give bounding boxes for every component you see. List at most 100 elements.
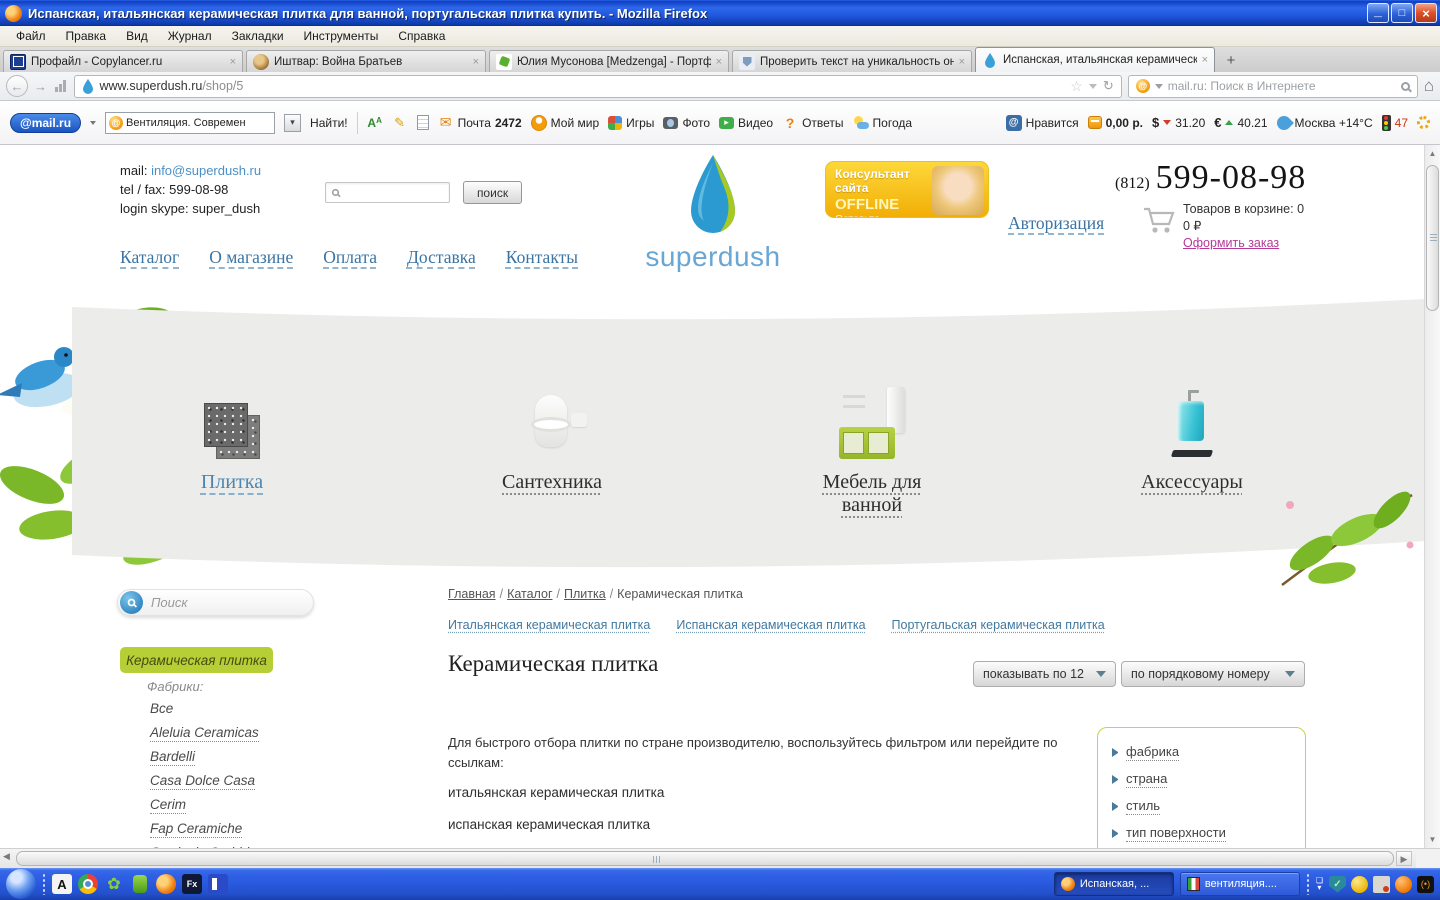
stats-bars-icon[interactable] [55, 80, 66, 92]
engine-dropdown-icon[interactable] [1154, 83, 1163, 89]
tab-superdush-active[interactable]: Испанская, итальянская керамическа... [975, 47, 1215, 72]
tab-close-icon[interactable] [716, 56, 722, 68]
address-bar[interactable]: www.superdush.ru/shop/5 [73, 74, 1122, 98]
sidebar-category-button[interactable]: Керамическая плитка [120, 647, 273, 673]
chrome-icon[interactable] [78, 874, 98, 894]
printer-icon[interactable] [1373, 875, 1390, 893]
usd-rate-item[interactable]: $ 31.20 [1152, 115, 1205, 130]
tab-ishtvar[interactable]: Иштвар: Война Братьев [246, 50, 486, 72]
games-item[interactable]: Игры [608, 115, 654, 130]
tab-close-icon[interactable] [959, 56, 965, 68]
cart-icon[interactable] [1142, 205, 1176, 235]
tab-medzenga[interactable]: Юлия Мусонова [Medzenga] - Портфолио [489, 50, 729, 72]
my-world-item[interactable]: Мой мир [530, 114, 599, 131]
close-button[interactable] [1415, 3, 1437, 23]
spanish-tiles-link[interactable]: Испанская керамическая плитка [676, 618, 865, 632]
toolbar-search-box[interactable] [105, 111, 276, 134]
tab-copylancer[interactable]: Профайл - Copylancer.ru [3, 50, 243, 72]
task-firefox[interactable]: Испанская, ... [1053, 872, 1174, 896]
nav-about[interactable]: О магазине [209, 247, 293, 268]
search-magnifier-icon[interactable] [1400, 81, 1410, 91]
network-signal-icon[interactable]: (•) [1417, 875, 1434, 893]
horizontal-scrollbar-thumb[interactable] [16, 851, 1394, 866]
category-sanitary[interactable]: Сантехника [442, 377, 662, 494]
new-tab-button[interactable] [1218, 50, 1244, 70]
site-search-input[interactable] [325, 182, 450, 203]
category-tiles[interactable]: Плитка [122, 377, 342, 494]
font-size-icon[interactable] [367, 115, 383, 131]
answers-item[interactable]: Ответы [782, 115, 843, 131]
show-by-dropdown[interactable]: показывать по 12 [973, 661, 1116, 687]
consultant-widget[interactable]: Консультант сайта OFFLINE Оставьте сообщ… [825, 161, 989, 218]
tray-expand-icon[interactable]: ❏ ▾ [1316, 877, 1323, 892]
menu-edit[interactable]: Правка [56, 27, 117, 45]
money-item[interactable]: 0,00 р. [1087, 116, 1143, 130]
factory-link[interactable]: Fap Ceramiche [150, 821, 264, 838]
eur-rate-item[interactable]: € 40.21 [1214, 115, 1267, 130]
tab-close-icon[interactable] [230, 56, 236, 68]
url-dropdown-icon[interactable] [1088, 83, 1097, 89]
scroll-down-icon[interactable]: ▼ [1427, 835, 1438, 844]
mailru-logo-button[interactable]: @mail.ru [10, 112, 82, 133]
phone-app-icon[interactable] [130, 874, 150, 894]
task-ventilation[interactable]: вентиляция.... [1179, 872, 1300, 896]
filter-surface[interactable]: тип поверхности [1112, 825, 1305, 842]
home-icon[interactable] [1424, 76, 1434, 96]
crumb-home[interactable]: Главная [448, 587, 496, 601]
menu-file[interactable]: Файл [6, 27, 56, 45]
forward-button[interactable]: → [34, 79, 47, 94]
filter-factory[interactable]: фабрика [1112, 744, 1305, 761]
scroll-up-icon[interactable]: ▲ [1427, 149, 1438, 158]
tab-text-check[interactable]: Проверить текст на уникальность онл... [732, 50, 972, 72]
factory-link[interactable]: Bardelli [150, 749, 264, 766]
traffic-item[interactable]: 47 [1381, 114, 1408, 131]
menu-help[interactable]: Справка [388, 27, 455, 45]
reload-icon[interactable] [1103, 78, 1114, 94]
nav-delivery[interactable]: Доставка [407, 247, 476, 268]
gear-icon[interactable] [1417, 116, 1430, 129]
browser-search-field[interactable]: mail.ru: Поиск в Интернете [1127, 74, 1418, 98]
vertical-scrollbar-thumb[interactable] [1426, 165, 1439, 311]
crumb-tiles[interactable]: Плитка [564, 587, 606, 601]
italian-tiles-text-link[interactable]: итальянская керамическая плитка [448, 785, 664, 800]
minimize-button[interactable] [1367, 3, 1389, 23]
crumb-catalog[interactable]: Каталог [507, 587, 552, 601]
maximize-button[interactable] [1391, 3, 1413, 23]
italian-tiles-link[interactable]: Итальянская керамическая плитка [448, 618, 650, 632]
nav-catalog[interactable]: Каталог [120, 247, 179, 268]
weather-city-item[interactable]: Москва +14°C [1273, 112, 1373, 133]
horizontal-scrollbar[interactable]: ◀ ▶ [0, 848, 1440, 869]
weather-item[interactable]: Погода [853, 115, 912, 131]
bookmark-star-icon[interactable] [1070, 78, 1083, 95]
translate-page-icon[interactable] [416, 115, 429, 130]
agent-icon[interactable] [1351, 875, 1368, 893]
antivirus-shield-icon[interactable]: ✓ [1329, 875, 1346, 893]
notepad-app-icon[interactable] [208, 874, 228, 894]
photo-item[interactable]: Фото [663, 116, 710, 130]
site-search-button[interactable]: поиск [463, 181, 522, 204]
factory-link[interactable]: Casa Dolce Casa [150, 773, 264, 790]
filter-country[interactable]: страна [1112, 771, 1305, 788]
tab-close-icon[interactable] [1202, 54, 1208, 66]
menu-tools[interactable]: Инструменты [294, 27, 389, 45]
filter-style[interactable]: стиль [1112, 798, 1305, 815]
email-link[interactable]: info@superdush.ru [151, 163, 261, 178]
menu-bookmarks[interactable]: Закладки [222, 27, 294, 45]
find-button[interactable]: Найти! [310, 116, 348, 130]
scroll-right-icon[interactable]: ▶ [1396, 851, 1412, 866]
window-titlebar[interactable]: Испанская, итальянская керамическая плит… [0, 0, 1440, 26]
toolbar-search-dropdown[interactable] [284, 113, 302, 132]
menu-history[interactable]: Журнал [158, 27, 222, 45]
video-item[interactable]: Видео [719, 116, 773, 130]
factory-link[interactable]: Aleluia Ceramicas [150, 725, 264, 742]
category-accessories[interactable]: Аксессуары [1082, 377, 1302, 494]
highlighter-icon[interactable] [392, 115, 408, 131]
toolbar-search-input[interactable] [126, 116, 247, 129]
mailru-search-engine-icon[interactable] [1135, 79, 1150, 93]
sort-by-dropdown[interactable]: по порядковому номеру [1121, 661, 1305, 687]
menu-view[interactable]: Вид [116, 27, 158, 45]
category-furniture[interactable]: Мебель для ванной [762, 377, 982, 517]
back-button[interactable]: ← [6, 75, 28, 97]
mailru-logo-dropdown-icon[interactable] [90, 120, 97, 125]
factory-link[interactable]: Cerim [150, 797, 264, 814]
